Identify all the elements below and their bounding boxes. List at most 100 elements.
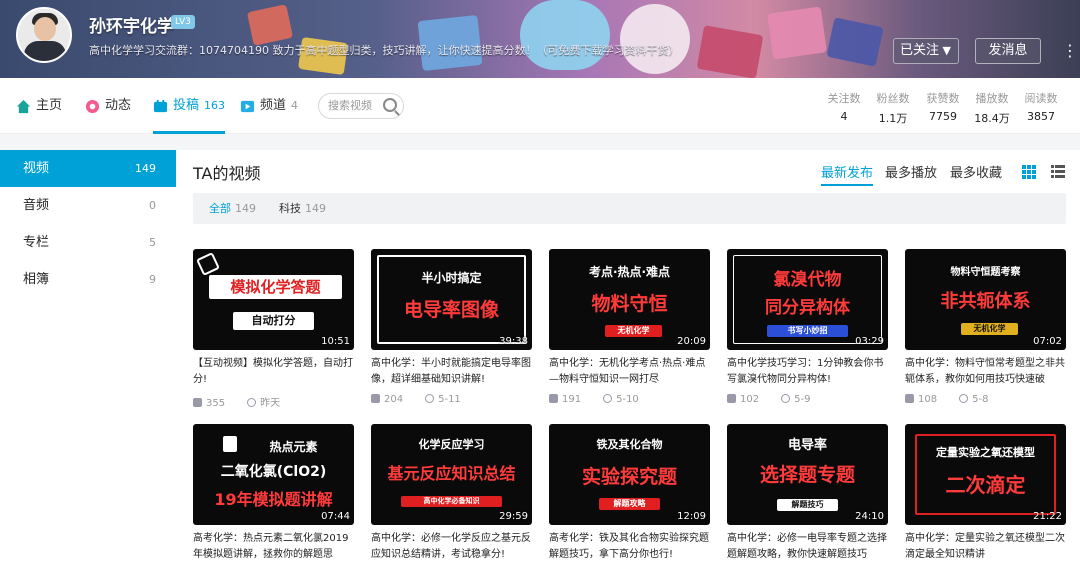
- sort-most-played[interactable]: 最多播放: [885, 162, 937, 181]
- upload-date: 5-11: [438, 394, 461, 405]
- tab-dynamic[interactable]: 动态: [85, 78, 131, 134]
- message-button[interactable]: 发消息: [975, 38, 1041, 64]
- username[interactable]: 孙环宇化学: [89, 12, 174, 37]
- video-duration: 29:59: [499, 511, 528, 522]
- video-title[interactable]: 高中化学：必修一化学反应之基元反应知识总结精讲，考试稳拿分!: [371, 531, 532, 563]
- upload-date: 5-10: [616, 394, 639, 405]
- tab-home[interactable]: 主页: [16, 78, 62, 134]
- clock-icon: [247, 398, 257, 407]
- video-thumbnail[interactable]: 模拟化学答题 自动打分 10:51: [193, 249, 354, 350]
- video-duration: 10:51: [321, 336, 350, 347]
- sidebar-item-audio[interactable]: 音频 0: [0, 187, 176, 224]
- stat-value: 4: [840, 110, 848, 123]
- follow-button-label: 已关注: [900, 43, 940, 58]
- filter-label: 科技: [279, 202, 301, 215]
- tab-label: 频道: [260, 98, 287, 113]
- channel-icon: [240, 100, 255, 112]
- video-title[interactable]: 高考化学：铁及其化合物实验探究题解题技巧，拿下高分你也行!: [549, 531, 710, 563]
- character-illustration: [620, 4, 690, 74]
- thumb-tag: 无机化学: [605, 325, 662, 337]
- play-count-icon: [727, 394, 736, 403]
- video-thumbnail[interactable]: 定量实验之氧还模型 二次滴定 21:22: [905, 424, 1066, 525]
- stat-label: 关注数: [827, 92, 861, 105]
- filter-tech[interactable]: 科技 149: [279, 193, 326, 224]
- video-card[interactable]: 热点元素 二氧化氯(ClO2) 19年模拟题讲解 07:44 高考化学：热点元素…: [193, 424, 354, 563]
- video-title[interactable]: 高中化学：半小时就能搞定电导率图像，超详细基础知识讲解!: [371, 356, 532, 388]
- video-card[interactable]: 氯溴代物 同分异构体 书写小妙招 03:29 高中化学技巧学习：1分钟教会你书写…: [727, 249, 888, 408]
- thumb-title: 化学反应学习: [418, 438, 485, 451]
- avatar[interactable]: [16, 7, 72, 63]
- list-view-icon[interactable]: [1051, 165, 1065, 179]
- tab-submissions[interactable]: 投稿 163: [153, 78, 226, 134]
- thumb-subtitle: 二次滴定: [945, 473, 1026, 497]
- video-thumbnail[interactable]: 考点·热点·难点 物料守恒 无机化学 20:09: [549, 249, 710, 350]
- video-title[interactable]: 高中化学：物料守恒常考题型之非共轭体系，教你如何用技巧快速破: [905, 356, 1066, 388]
- video-title[interactable]: 高中化学：必修一电导率专题之选择题解题攻略，教你快速解题技巧: [727, 531, 888, 563]
- sidebar-item-video[interactable]: 视频 149: [0, 150, 176, 187]
- sidebar-item-albums[interactable]: 相簿 9: [0, 261, 176, 298]
- level-badge: LV3: [171, 15, 195, 29]
- thumb-tag: 19年模拟题讲解: [214, 490, 333, 509]
- video-thumbnail[interactable]: 半小时搞定 电导率图像 39:38: [371, 249, 532, 350]
- video-thumbnail[interactable]: 铁及其化合物 实验探究题 解题攻略 12:09: [549, 424, 710, 525]
- play-count-icon: [193, 398, 202, 407]
- content-sidebar: 视频 149 音频 0 专栏 5 相簿 9: [0, 150, 176, 566]
- video-card[interactable]: 铁及其化合物 实验探究题 解题攻略 12:09 高考化学：铁及其化合物实验探究题…: [549, 424, 710, 563]
- video-title[interactable]: 高中化学：定量实验之氧还模型二次滴定最全知识精讲: [905, 531, 1066, 563]
- video-thumbnail[interactable]: 氯溴代物 同分异构体 书写小妙招 03:29: [727, 249, 888, 350]
- video-card[interactable]: 模拟化学答题 自动打分 10:51 【互动视频】模拟化学答题，自动打分! 355…: [193, 249, 354, 409]
- thumb-subtitle: 非共轭体系: [940, 291, 1031, 312]
- thumb-title: 物料守恒题考察: [950, 267, 1021, 278]
- video-duration: 12:09: [677, 511, 706, 522]
- video-duration: 07:44: [321, 511, 350, 522]
- stat-label: 阅读数: [1024, 92, 1058, 105]
- stat-label: 获赞数: [926, 92, 960, 105]
- video-thumbnail[interactable]: 热点元素 二氧化氯(ClO2) 19年模拟题讲解 07:44: [193, 424, 354, 525]
- play-count-icon: [549, 394, 558, 403]
- video-thumbnail[interactable]: 电导率 选择题专题 解题技巧 24:10: [727, 424, 888, 525]
- video-thumbnail[interactable]: 物料守恒题考察 非共轭体系 无机化学 07:02: [905, 249, 1066, 350]
- video-title[interactable]: 高中化学技巧学习：1分钟教会你书写氯溴代物同分异构体!: [727, 356, 888, 388]
- play-count: 102: [740, 394, 760, 405]
- video-card[interactable]: 物料守恒题考察 非共轭体系 无机化学 07:02 高中化学：物料守恒常考题型之非…: [905, 249, 1066, 408]
- sidebar-item-articles[interactable]: 专栏 5: [0, 224, 176, 261]
- search-placeholder: 搜索视频: [328, 99, 372, 112]
- stat-following[interactable]: 关注数 4: [821, 90, 867, 123]
- thumb-subtitle: 选择题专题: [759, 464, 855, 486]
- search-input[interactable]: 搜索视频: [318, 93, 404, 119]
- video-title[interactable]: 高中化学：无机化学考点·热点·难点—物料守恒知识一网打尽: [549, 356, 710, 388]
- thumb-subtitle: 二氧化氯(ClO2): [220, 464, 327, 480]
- filter-count: 149: [235, 202, 256, 215]
- sidebar-item-label: 视频: [23, 161, 50, 176]
- grid-view-icon[interactable]: [1022, 165, 1036, 179]
- stat-fans[interactable]: 粉丝数 1.1万: [870, 90, 916, 126]
- follow-button[interactable]: 已关注 ▼: [893, 38, 959, 64]
- video-title[interactable]: 高考化学：热点元素二氧化氯2019年模拟题讲解，拯救你的解题思: [193, 531, 354, 563]
- video-meta: 355 昨天: [193, 394, 354, 409]
- filter-all[interactable]: 全部 149: [209, 193, 256, 224]
- tab-channels[interactable]: 频道 4: [240, 78, 298, 134]
- thumb-subtitle: 电导率图像: [403, 299, 499, 321]
- thumb-subtitle: 基元反应知识总结: [387, 464, 516, 483]
- thumb-title: 考点·热点·难点: [588, 265, 671, 279]
- video-card[interactable]: 定量实验之氧还模型 二次滴定 21:22 高中化学：定量实验之氧还模型二次滴定最…: [905, 424, 1066, 563]
- video-card[interactable]: 半小时搞定 电导率图像 39:38 高中化学：半小时就能搞定电导率图像，超详细基…: [371, 249, 532, 408]
- video-icon: [153, 99, 168, 112]
- video-card[interactable]: 考点·热点·难点 物料守恒 无机化学 20:09 高中化学：无机化学考点·热点·…: [549, 249, 710, 408]
- video-duration: 21:22: [1033, 511, 1062, 522]
- video-card[interactable]: 化学反应学习 基元反应知识总结 高中化学必备知识 29:59 高中化学：必修一化…: [371, 424, 532, 563]
- stat-reads: 阅读数 3857: [1018, 90, 1064, 123]
- video-card[interactable]: 电导率 选择题专题 解题技巧 24:10 高中化学：必修一电导率专题之选择题解题…: [727, 424, 888, 563]
- video-title[interactable]: 【互动视频】模拟化学答题，自动打分!: [193, 356, 354, 388]
- clock-icon: [959, 394, 969, 403]
- more-icon[interactable]: ⋮: [1062, 38, 1078, 64]
- sort-newest[interactable]: 最新发布: [821, 162, 874, 186]
- video-thumbnail[interactable]: 化学反应学习 基元反应知识总结 高中化学必备知识 29:59: [371, 424, 532, 525]
- thumb-title: 热点元素: [269, 440, 318, 454]
- thumb-subtitle: 自动打分: [233, 312, 314, 330]
- thumb-subtitle: 实验探究题: [581, 466, 677, 488]
- filter-count: 149: [305, 202, 326, 215]
- search-icon[interactable]: [383, 98, 397, 112]
- sort-most-favorited[interactable]: 最多收藏: [950, 162, 1002, 181]
- video-meta: 191 5-10: [549, 394, 710, 408]
